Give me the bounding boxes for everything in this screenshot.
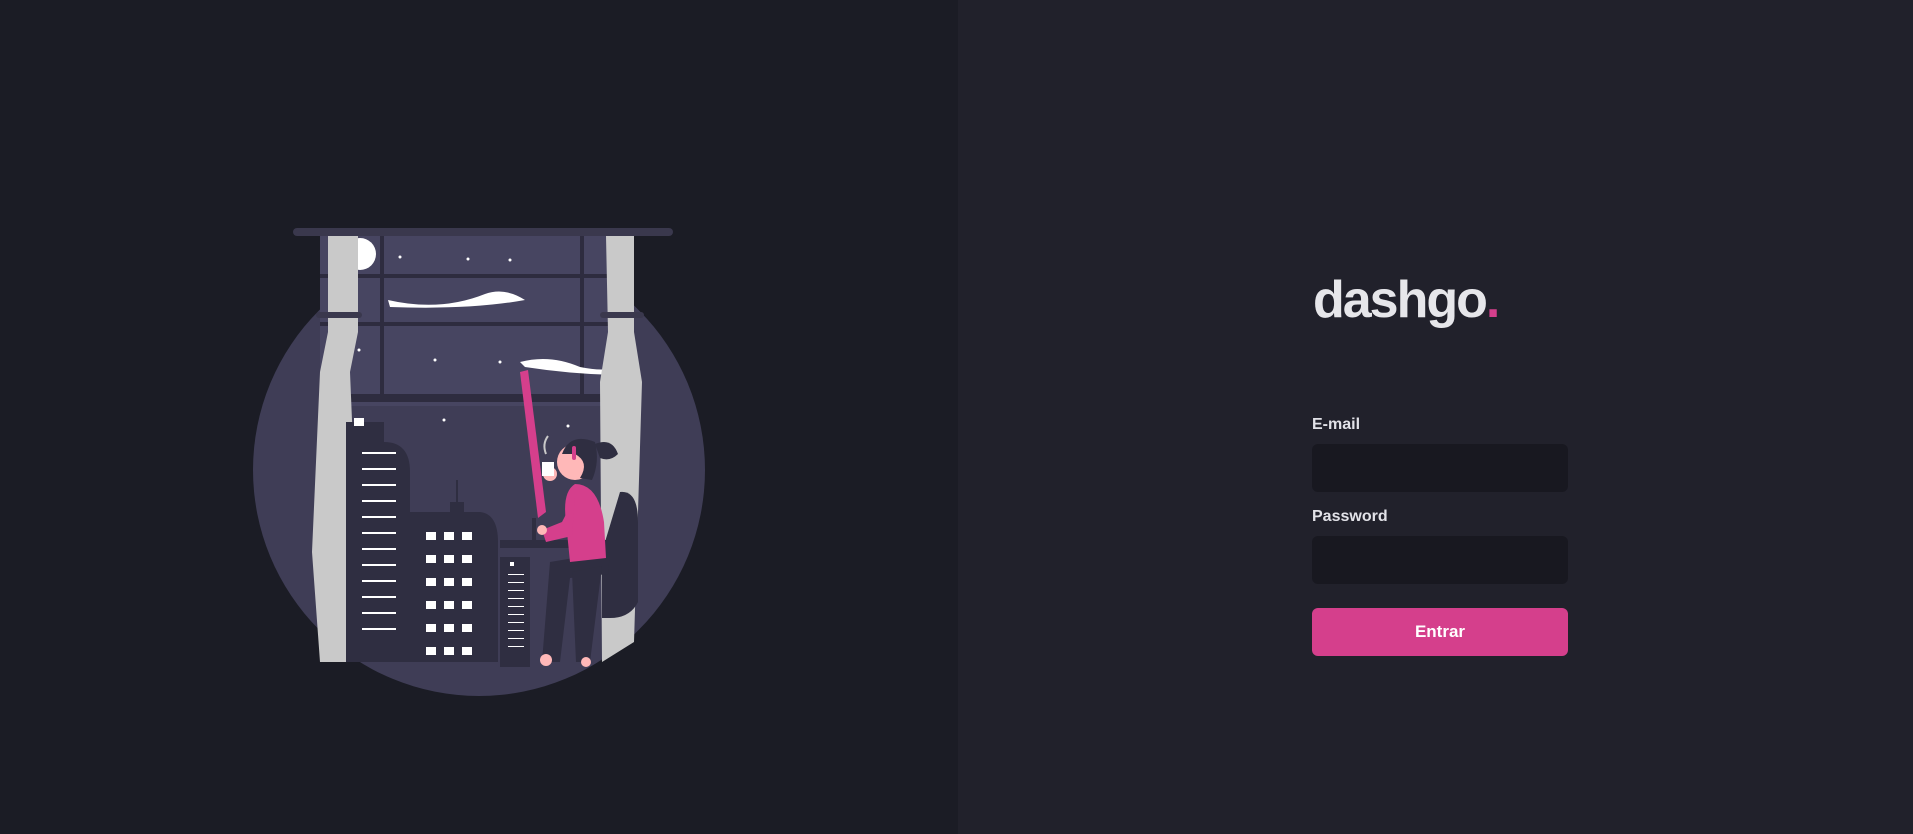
woman-coffee-city-illustration — [253, 228, 705, 696]
password-label: Password — [1312, 508, 1388, 525]
email-label: E-mail — [1312, 416, 1361, 433]
email-input[interactable] — [1312, 444, 1568, 492]
email-field-group: E-mail — [1312, 416, 1568, 492]
login-panel: dashgo. E-mail Password Entrar — [958, 0, 1913, 834]
brand-logo: dashgo. — [1313, 270, 1501, 330]
brand-dot: . — [1485, 271, 1501, 329]
password-input[interactable] — [1312, 536, 1568, 584]
password-field-group: Password — [1312, 508, 1568, 584]
login-form: E-mail Password Entrar — [1312, 416, 1568, 656]
brand-name: dashgo — [1313, 271, 1488, 329]
login-button[interactable]: Entrar — [1312, 608, 1568, 656]
illustration-panel — [0, 0, 958, 834]
